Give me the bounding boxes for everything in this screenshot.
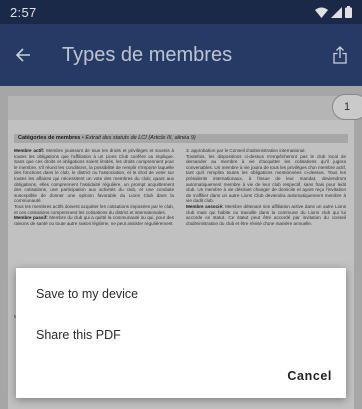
cancel-button[interactable]: Cancel (287, 369, 332, 383)
share-pdf-option[interactable]: Share this PDF (36, 328, 121, 342)
share-dialog: Save to my device Share this PDF Cancel (16, 268, 346, 398)
save-to-device-option[interactable]: Save to my device (36, 287, 138, 301)
